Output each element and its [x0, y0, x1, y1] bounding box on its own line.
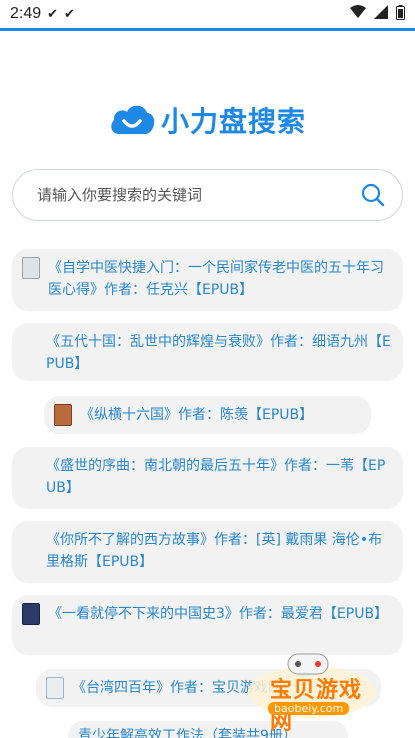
search-input[interactable] [37, 186, 360, 204]
result-item[interactable]: 《五代十国：乱世中的辉煌与衰败》作者：细语九州【EPUB】 [12, 323, 403, 381]
cloud-smile-icon [109, 101, 155, 139]
search-icon[interactable] [360, 182, 386, 208]
book-cover-thumb [22, 257, 40, 279]
result-item[interactable]: 《一看就停不下来的中国史3》作者：最爱君【EPUB】 [12, 595, 403, 655]
result-title: 《一看就停不下来的中国史3》作者：最爱君【EPUB】 [48, 606, 389, 622]
search-box[interactable] [12, 169, 403, 221]
notification-check-icon: ✔ [47, 6, 59, 22]
app-title: 小力盘搜索 [160, 105, 306, 138]
book-cover-thumb [22, 603, 40, 625]
result-title: 《你所不了解的西方故事》作者：[英] 戴雨果 海伦•布里格斯【EPUB】 [46, 532, 383, 570]
wifi-icon [350, 5, 366, 23]
book-cover-thumb [54, 404, 72, 426]
result-item[interactable]: 《盛世的序曲：南北朝的最后五十年》作者：一苇【EPUB】 [12, 447, 403, 509]
result-item[interactable]: 《自学中医快捷入门：一个民间家传老中医的五十年习医心得》作者：任克兴【EPUB】 [12, 249, 403, 311]
result-item[interactable]: 《纵横十六国》作者：陈羡【EPUB】 [44, 396, 371, 434]
result-title: 《纵横十六国》作者：陈羡【EPUB】 [80, 407, 314, 423]
app-logo: 小力盘搜索 [0, 100, 415, 140]
result-item[interactable]: 《你所不了解的西方故事》作者：[英] 戴雨果 海伦•布里格斯【EPUB】 [12, 521, 403, 583]
notification-check-icon-2: ✔ [64, 6, 75, 22]
status-time: 2:49 [10, 5, 42, 22]
signal-icon [374, 5, 388, 23]
battery-icon [396, 4, 405, 24]
result-title: 《自学中医快捷入门：一个民间家传老中医的五十年习医心得》作者：任克兴【EPUB】 [48, 260, 384, 298]
accent-line [0, 28, 415, 31]
status-bar: 2:49 ✔ ✔ [0, 0, 415, 28]
book-cover-thumb [46, 677, 64, 699]
watermark-url: baobeiy.com [268, 702, 350, 715]
result-title: 《五代十国：乱世中的辉煌与衰败》作者：细语九州【EPUB】 [46, 334, 391, 372]
watermark-logo: 宝贝游戏网 baobeiy.com [240, 650, 380, 735]
result-title: 《盛世的序曲：南北朝的最后五十年》作者：一苇【EPUB】 [46, 458, 386, 496]
